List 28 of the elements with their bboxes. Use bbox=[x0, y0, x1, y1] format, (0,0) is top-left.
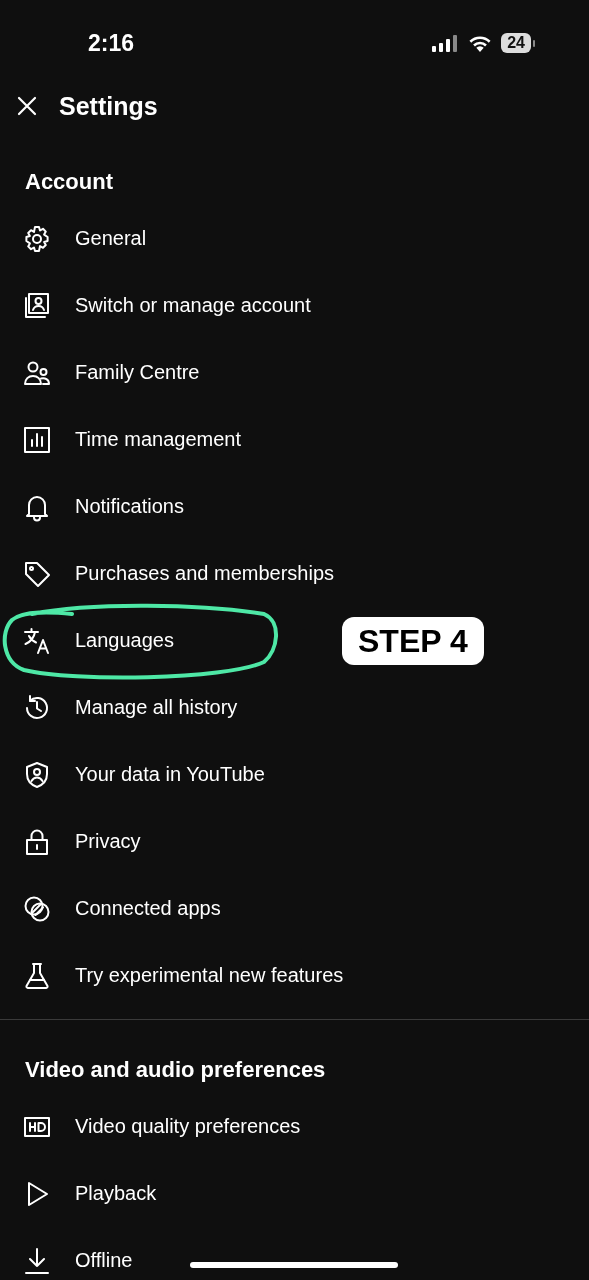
settings-item[interactable]: General bbox=[0, 205, 589, 272]
settings-item[interactable]: Purchases and memberships bbox=[0, 540, 589, 607]
chart-icon bbox=[22, 424, 52, 455]
settings-item[interactable]: Notifications bbox=[0, 473, 589, 540]
settings-item[interactable]: Switch or manage account bbox=[0, 272, 589, 339]
settings-item[interactable]: Try experimental new features bbox=[0, 942, 589, 1009]
settings-item[interactable]: Video quality preferences bbox=[0, 1093, 589, 1160]
clock-time: 2:16 bbox=[88, 29, 135, 57]
settings-item[interactable]: Playback bbox=[0, 1160, 589, 1227]
step-label: STEP 4 bbox=[342, 617, 484, 665]
person-card-icon bbox=[22, 290, 52, 321]
close-icon[interactable] bbox=[17, 96, 37, 116]
translate-icon bbox=[22, 625, 52, 656]
settings-item[interactable]: Family Centre bbox=[0, 339, 589, 406]
gear-icon bbox=[22, 223, 52, 254]
settings-item[interactable]: Languages STEP 4 bbox=[0, 607, 589, 674]
page-title: Settings bbox=[59, 91, 158, 121]
download-icon bbox=[22, 1245, 52, 1276]
settings-item[interactable]: Offline bbox=[0, 1227, 589, 1280]
settings-item[interactable]: Your data in YouTube bbox=[0, 741, 589, 808]
flask-icon bbox=[22, 960, 52, 991]
settings-item[interactable]: Connected apps bbox=[0, 875, 589, 942]
section-heading: Account bbox=[24, 168, 114, 196]
settings-item[interactable]: Manage all history bbox=[0, 674, 589, 741]
section-heading: Video and audio preferences bbox=[24, 1056, 327, 1084]
settings-item[interactable]: Privacy bbox=[0, 808, 589, 875]
settings-item[interactable]: Time management bbox=[0, 406, 589, 473]
signal-icon bbox=[431, 34, 460, 52]
